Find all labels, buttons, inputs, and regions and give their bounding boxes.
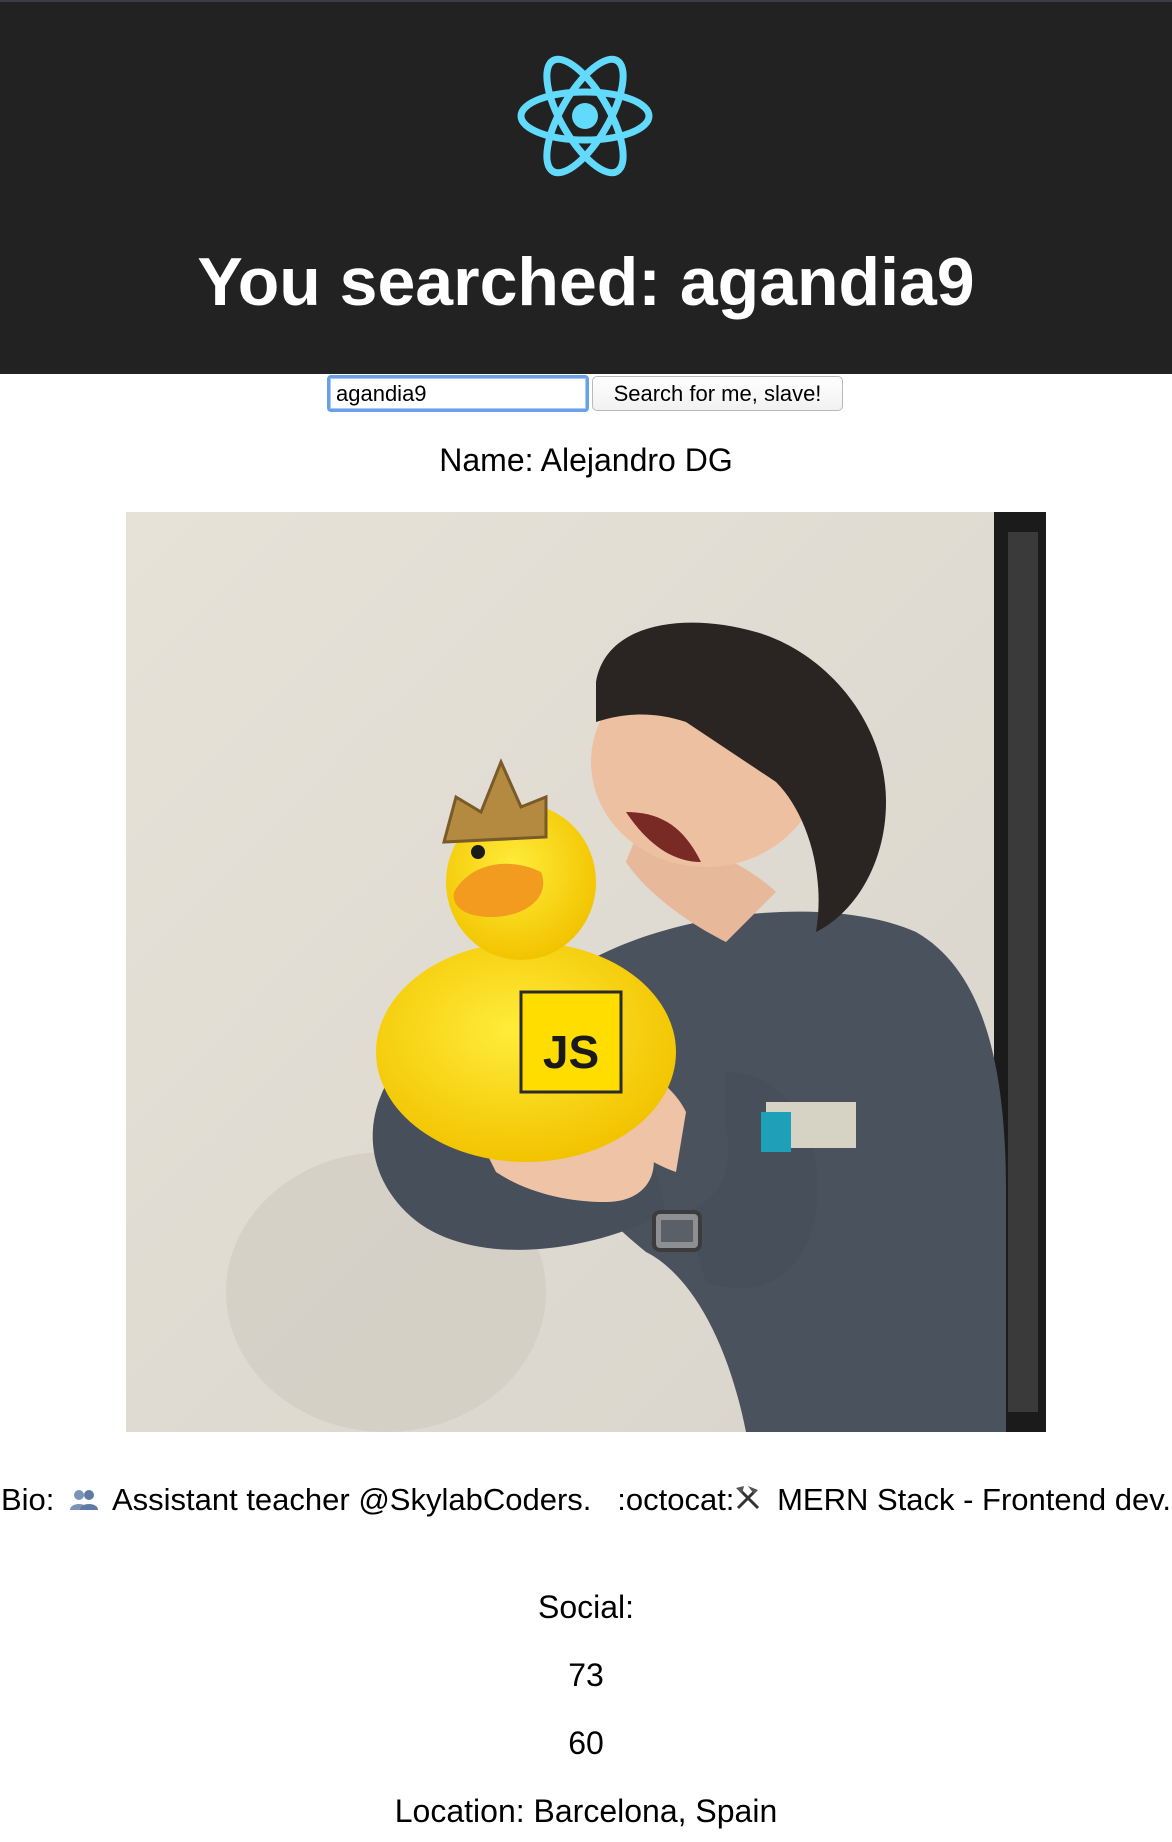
- svg-text:JS: JS: [543, 1026, 599, 1078]
- profile-location: Location: Barcelona, Spain: [394, 1793, 778, 1829]
- profile-avatar: JS: [126, 512, 1046, 1432]
- react-logo-icon: [517, 55, 653, 177]
- bio-text-2: :octocat:: [617, 1482, 735, 1517]
- profile-bio: Bio: Assistant teacher @SkylabCoders. :o…: [0, 1480, 1172, 1522]
- search-button[interactable]: Search for me, slave!: [592, 376, 843, 411]
- followers-count: 73: [568, 1657, 604, 1693]
- search-input[interactable]: [327, 375, 589, 412]
- bio-prefix: Bio:: [0, 1482, 55, 1517]
- following-count: 60: [568, 1725, 604, 1761]
- app-header: You searched: agandia9: [0, 0, 1172, 374]
- hammer-and-pick-icon: [734, 1482, 762, 1522]
- profile-name: Name: Alejandro DG: [439, 442, 733, 478]
- busts-in-silhouette-icon: [69, 1482, 99, 1522]
- bio-text-3: MERN Stack - Frontend dev.: [777, 1482, 1172, 1517]
- search-form: Search for me, slave!: [0, 373, 1172, 413]
- bio-text-1: Assistant teacher @SkylabCoders.: [111, 1482, 592, 1517]
- social-label: Social:: [537, 1589, 635, 1625]
- page-title: You searched: agandia9: [197, 244, 975, 320]
